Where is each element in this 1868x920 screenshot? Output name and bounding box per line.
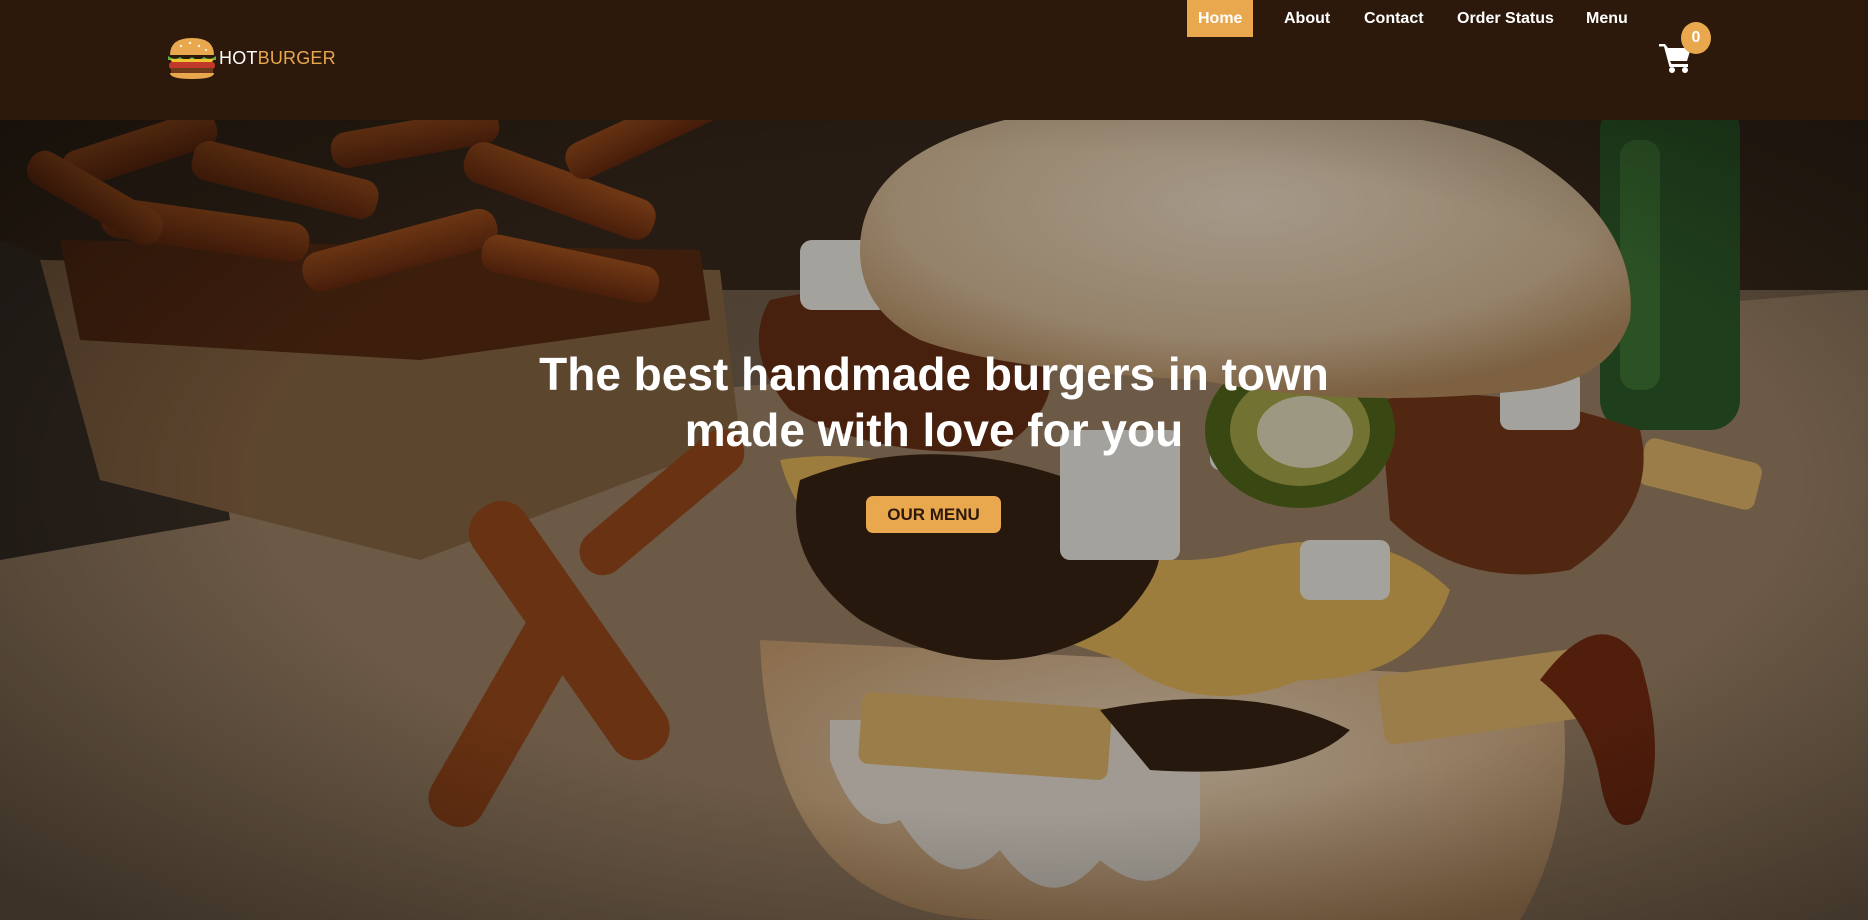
page: HOTBURGER Home About Contact Order Statu… bbox=[0, 0, 1868, 920]
nav-about[interactable]: About bbox=[1284, 0, 1330, 37]
nav-menu[interactable]: Menu bbox=[1586, 0, 1628, 37]
hero-title-line2: made with love for you bbox=[684, 404, 1184, 456]
nav-order-status[interactable]: Order Status bbox=[1457, 0, 1554, 37]
nav-home[interactable]: Home bbox=[1187, 0, 1254, 37]
nav-contact[interactable]: Contact bbox=[1364, 0, 1424, 37]
navbar: HOTBURGER Home About Contact Order Statu… bbox=[0, 0, 1868, 120]
cart-count-badge: 0 bbox=[1681, 22, 1711, 54]
burger-icon bbox=[168, 38, 216, 79]
our-menu-button[interactable]: OUR MENU bbox=[866, 496, 1001, 533]
hero-title-line1: The best handmade burgers in town bbox=[539, 348, 1329, 400]
hero-section: The best handmade burgers in town made w… bbox=[0, 120, 1868, 920]
hero-title: The best handmade burgers in town made w… bbox=[434, 346, 1434, 458]
brand-name: HOTBURGER bbox=[219, 35, 336, 81]
brand-name-part1: HOT bbox=[219, 48, 258, 68]
brand-logo[interactable]: HOTBURGER bbox=[166, 35, 336, 81]
brand-name-part2: BURGER bbox=[257, 48, 336, 68]
